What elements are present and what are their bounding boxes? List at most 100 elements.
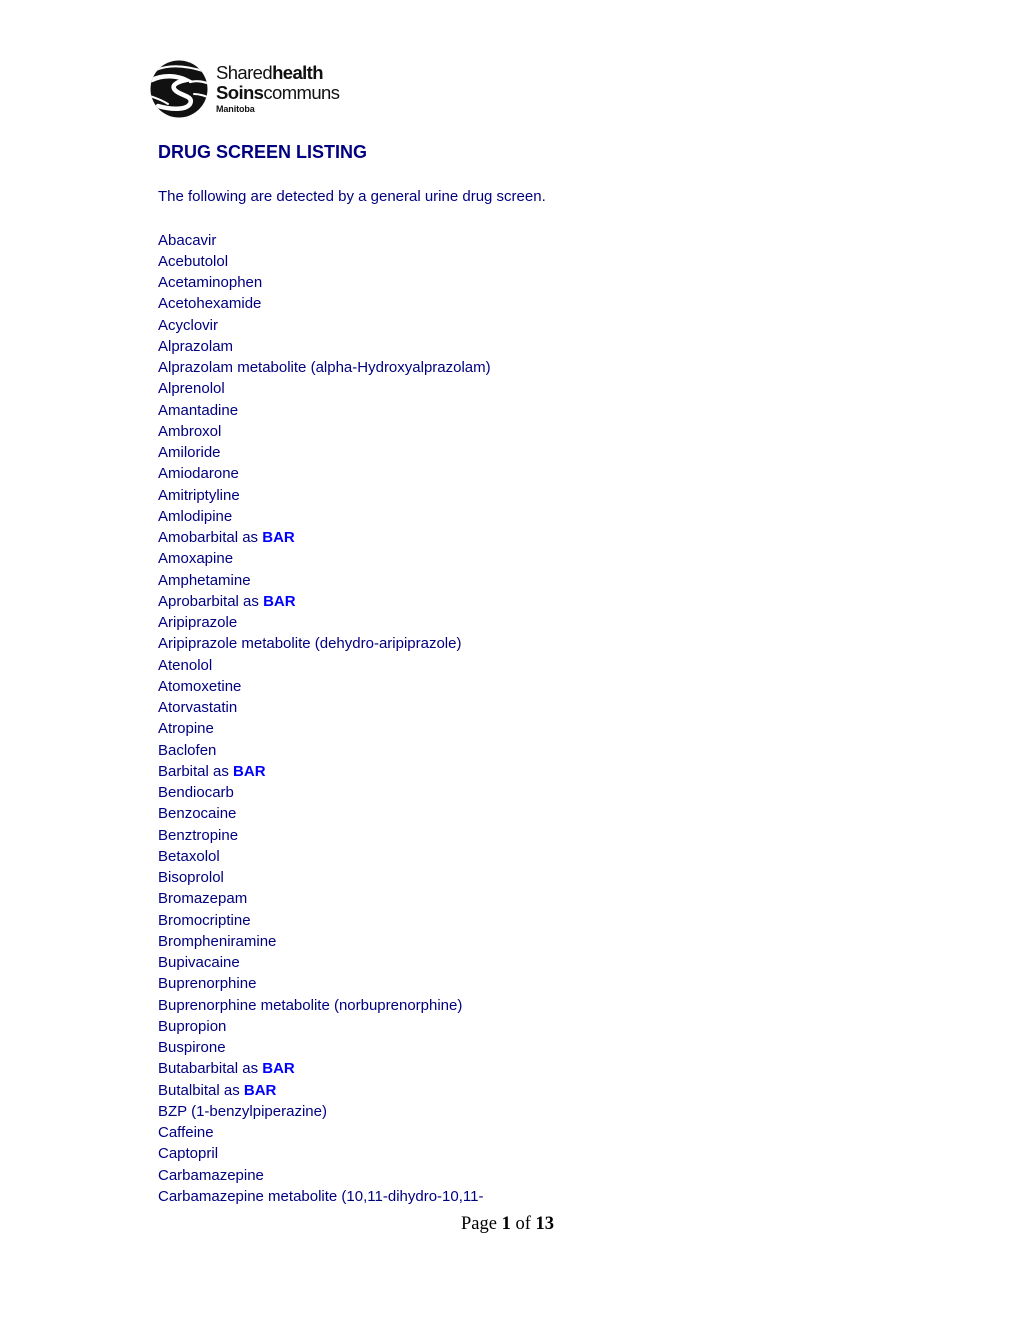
drug-list-item: Atorvastatin (158, 697, 491, 718)
logo-word-health: health (272, 62, 323, 83)
drug-name: Acetohexamide (158, 295, 262, 313)
drug-name: Ambroxol (158, 422, 222, 440)
drug-list-item: BZP (1-benzylpiperazine) (158, 1101, 491, 1122)
drug-name: Aprobarbital as (158, 592, 259, 610)
drug-name: Atomoxetine (158, 677, 242, 695)
drug-list-item: Bromocriptine (158, 910, 491, 931)
drug-list-item: Bisoprolol (158, 867, 491, 888)
drug-name: Amiodarone (158, 465, 239, 483)
drug-list-item: Buprenorphine (158, 973, 491, 994)
of-word: of (515, 1214, 531, 1234)
drug-list-item: Bromazepam (158, 888, 491, 909)
drug-list-item: Aripiprazole metabolite (dehydro-aripipr… (158, 633, 491, 654)
drug-list-item: Brompheniramine (158, 931, 491, 952)
drug-name: Aripiprazole (158, 614, 238, 631)
drug-list-item: Acyclovir (158, 315, 491, 336)
total-pages-number: 13 (535, 1214, 555, 1234)
barbiturate-tag: BAR (262, 1060, 295, 1078)
drug-list-item: Barbital as BAR (158, 761, 491, 782)
drug-name: Alprazolam (158, 337, 234, 355)
drug-name: Betaxolol (158, 847, 220, 865)
drug-name: Amiloride (158, 444, 221, 461)
drug-name: Benztropine (158, 826, 239, 844)
drug-name: Amphetamine (158, 571, 251, 589)
shared-health-swirl-logo-icon (150, 60, 208, 118)
logo-word-shared: Shared (216, 62, 273, 83)
drug-name: Amitriptyline (158, 486, 240, 504)
drug-list-item: Betaxolol (158, 846, 491, 867)
drug-list-item: Amlodipine (158, 506, 491, 527)
drug-list-item: Benztropine (158, 825, 491, 846)
drug-name: Captopril (158, 1145, 219, 1163)
current-page-number: 1 (501, 1214, 511, 1234)
drug-list-item: Atenolol (158, 655, 491, 676)
drug-name: Bromocriptine (158, 911, 251, 929)
drug-list-item: Amiodarone (158, 463, 491, 484)
drug-name: Butalbital as (158, 1081, 240, 1099)
drug-list-item: Alprazolam metabolite (alpha-Hydroxyalpr… (158, 357, 491, 378)
logo-word-manitoba: Manitoba (216, 104, 255, 114)
drug-list-item: Acetaminophen (158, 272, 491, 293)
drug-name: Acebutolol (158, 252, 229, 270)
drug-list-item: Buspirone (158, 1037, 491, 1058)
drug-list-item: Buprenorphine metabolite (norbuprenorphi… (158, 995, 491, 1016)
drug-list-item: Atropine (158, 718, 491, 739)
drug-name: Bupivacaine (158, 954, 240, 971)
drug-list-item: Bupropion (158, 1016, 491, 1037)
page-number: Page 1 of 13 (461, 1214, 554, 1235)
drug-list-item: Caffeine (158, 1122, 491, 1143)
shared-health-logo: Sharedhealth Soinscommuns Manitoba (150, 60, 340, 118)
drug-list-item: Ambroxol (158, 421, 491, 442)
drug-list: Abacavir Acebutolol Acetaminophen Acetohexa… (158, 230, 491, 1208)
drug-name: Acyclovir (158, 316, 219, 334)
drug-list-item: Bendiocarb (158, 782, 491, 803)
drug-list-item: Amoxapine (158, 548, 491, 569)
logo-word-communs: communs (263, 82, 340, 103)
drug-list-item: Carbamazepine (158, 1165, 491, 1186)
intro-text: The following are detected by a general … (158, 188, 546, 205)
logo-line-english: Sharedhealth (216, 62, 339, 84)
barbiturate-tag: BAR (243, 1081, 277, 1099)
drug-list-item: Captopril (158, 1143, 491, 1164)
drug-name: Bisoprolol (158, 869, 224, 886)
logo-wordmark: Sharedhealth Soinscommuns Manitoba (216, 62, 340, 114)
drug-name: Amlodipine (158, 507, 233, 525)
drug-name: Buprenorphine metabolite (norbuprenorphi… (158, 996, 463, 1014)
drug-name: BZP (1-benzylpiperazine) (158, 1102, 327, 1120)
drug-name: Amoxapine (158, 550, 234, 568)
drug-name: Baclofen (158, 741, 217, 759)
drug-list-item: Butabarbital as BAR (158, 1058, 491, 1079)
drug-list-item: Alprenolol (158, 378, 491, 399)
drug-list-item: Amphetamine (158, 570, 491, 591)
document-page: Sharedhealth Soinscommuns Manitoba DRUG … (0, 0, 1020, 1320)
drug-list-item: Butalbital as BAR (158, 1080, 491, 1101)
drug-list-item: Aprobarbital as BAR (158, 591, 491, 612)
drug-name: Alprazolam metabolite (alpha-Hydroxyalpr… (158, 359, 491, 376)
page-word: Page (461, 1214, 497, 1234)
drug-name: Alprenolol (158, 380, 225, 398)
drug-list-item: Bupivacaine (158, 952, 491, 973)
drug-list-item: Aripiprazole (158, 612, 491, 633)
drug-list-item: Carbamazepine metabolite (10,11-dihydro-… (158, 1186, 491, 1207)
drug-list-item: Amiloride (158, 442, 491, 463)
drug-name: Caffeine (158, 1124, 214, 1141)
drug-name: Buspirone (158, 1039, 226, 1056)
page-title: DRUG SCREEN LISTING (158, 142, 368, 162)
drug-list-item: Alprazolam (158, 336, 491, 357)
drug-list-item: Baclofen (158, 740, 491, 761)
drug-name: Benzocaine (158, 805, 237, 823)
drug-name: Amobarbital as (158, 529, 259, 546)
drug-list-item: Abacavir (158, 230, 491, 251)
drug-name: Carbamazepine metabolite (10,11-dihydro-… (158, 1187, 484, 1205)
barbiturate-tag: BAR (263, 592, 296, 610)
drug-name: Brompheniramine (158, 932, 277, 950)
barbiturate-tag: BAR (233, 762, 266, 780)
drug-list-item: Atomoxetine (158, 676, 491, 697)
barbiturate-tag: BAR (262, 529, 295, 546)
drug-name: Bupropion (158, 1017, 227, 1035)
drug-list-item: Amantadine (158, 400, 491, 421)
drug-name: Abacavir (158, 231, 217, 249)
drug-name: Bendiocarb (158, 784, 234, 801)
logo-line-french: Soinscommuns (216, 82, 340, 104)
drug-list-item: Amitriptyline (158, 485, 491, 506)
